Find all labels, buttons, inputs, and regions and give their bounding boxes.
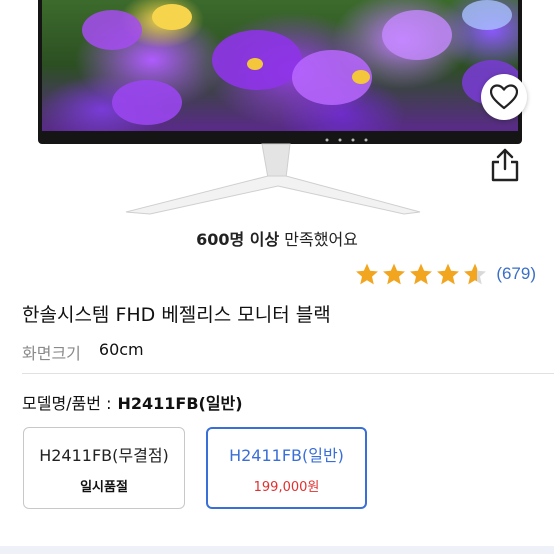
star-icon — [437, 263, 460, 285]
option-button-flawless[interactable]: H2411FB(무결점) 일시품절 — [23, 427, 185, 509]
review-count[interactable]: (679) — [496, 264, 536, 284]
product-title: 한솔시스템 FHD 베젤리스 모니터 블랙 — [22, 304, 331, 326]
spec-row: 화면크기 60cm — [22, 340, 144, 364]
share-icon — [491, 148, 519, 182]
bottom-bar — [0, 546, 554, 554]
star-icon — [410, 263, 433, 285]
option-price: 199,000원 — [253, 480, 320, 495]
option-name: H2411FB(무결점) — [39, 446, 169, 465]
monitor-stand — [125, 138, 421, 215]
model-value: H2411FB(일반) — [117, 394, 243, 413]
option-button-standard[interactable]: H2411FB(일반) 199,000원 — [206, 427, 367, 509]
star-rating — [354, 262, 488, 286]
star-icon — [383, 263, 406, 285]
wishlist-button[interactable] — [481, 74, 527, 120]
option-name: H2411FB(일반) — [229, 446, 344, 465]
star-icon — [464, 263, 487, 285]
divider — [22, 373, 554, 374]
star-icon — [356, 263, 379, 285]
satisfaction-count: 600명 이상 — [196, 230, 280, 249]
rating-row[interactable]: (679) — [354, 262, 536, 286]
satisfaction-label: 만족했어요 — [279, 230, 358, 249]
spec-label: 화면크기 — [22, 344, 81, 363]
product-image[interactable] — [0, 0, 554, 222]
satisfaction-text: 600명 이상 만족했어요 — [0, 226, 554, 250]
model-row: 모델명/품번 : H2411FB(일반) — [22, 390, 243, 414]
heart-icon — [490, 84, 518, 110]
spec-value: 60cm — [98, 340, 144, 359]
sold-out-badge: 일시품절 — [80, 480, 128, 495]
model-label: 모델명/품번 : — [22, 394, 112, 413]
share-button[interactable] — [486, 146, 524, 184]
